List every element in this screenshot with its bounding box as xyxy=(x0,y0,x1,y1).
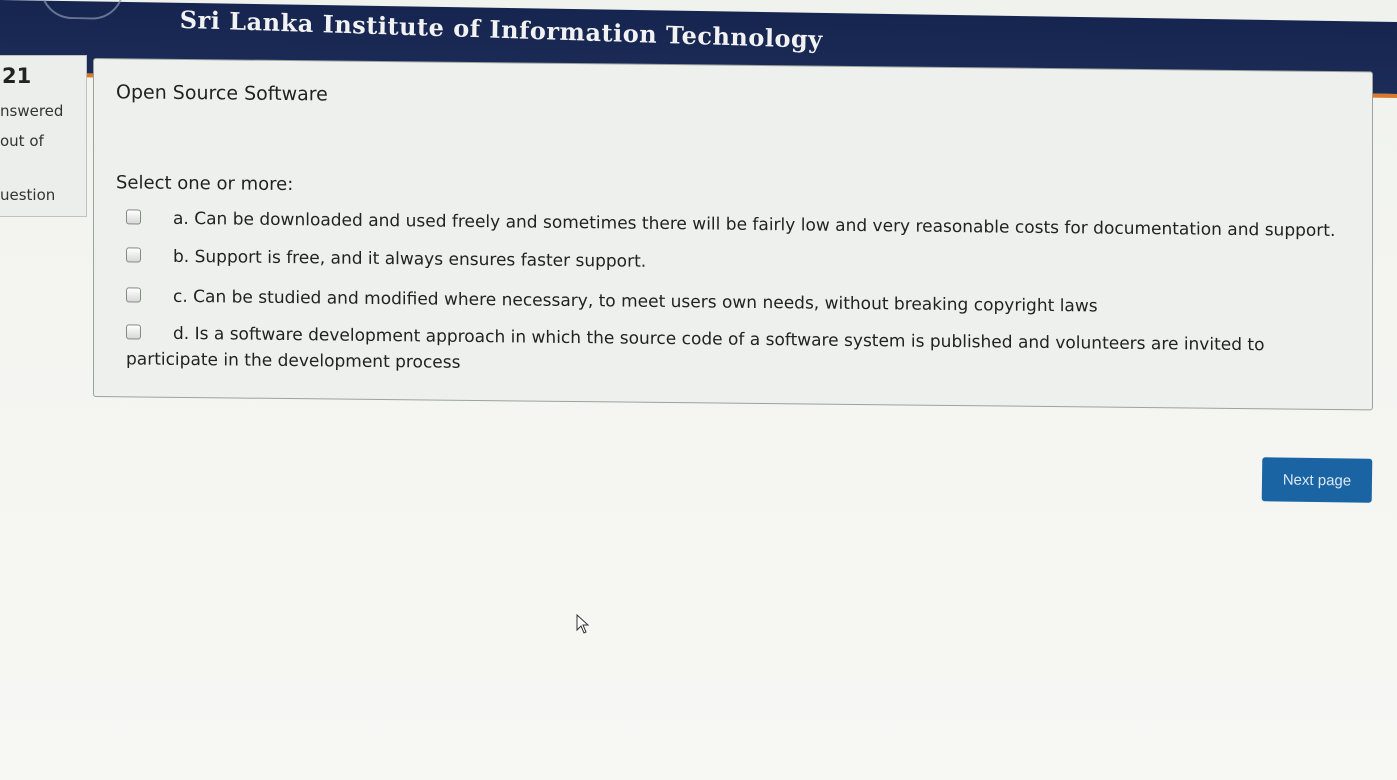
question-info-panel: 21 nswered out of uestion xyxy=(0,55,87,217)
answer-option-b[interactable]: b. Support is free, and it always ensure… xyxy=(126,243,1356,282)
next-page-button[interactable]: Next page xyxy=(1261,457,1373,503)
option-letter: a. xyxy=(173,208,189,230)
question-text: Open Source Software xyxy=(116,81,328,106)
question-content-box: Open Source Software Select one or more:… xyxy=(93,58,1373,411)
checkbox-c[interactable] xyxy=(126,286,141,303)
mouse-pointer-svg xyxy=(576,613,590,634)
select-prompt: Select one or more: xyxy=(116,172,294,196)
checkbox-b[interactable] xyxy=(126,246,141,263)
question-state: nswered xyxy=(0,102,64,120)
question-mark: out of xyxy=(0,132,44,150)
answer-option-c[interactable]: c. Can be studied and modified where nec… xyxy=(126,283,1356,322)
answer-option-d[interactable]: d. Is a software development approach in… xyxy=(126,320,1356,385)
option-letter: d. xyxy=(173,323,190,345)
quiz-page: Sri Lanka Institute of Information Techn… xyxy=(0,0,1397,780)
checkbox-a[interactable] xyxy=(126,208,141,225)
checkbox-d[interactable] xyxy=(126,323,141,340)
flag-question-link[interactable]: uestion xyxy=(0,186,55,204)
institute-title: Sri Lanka Institute of Information Techn… xyxy=(179,4,823,55)
option-text: Can be studied and modified where necess… xyxy=(193,287,1098,317)
question-number: 21 xyxy=(2,64,32,88)
answer-option-a[interactable]: a. Can be downloaded and used freely and… xyxy=(126,205,1356,244)
option-text: Support is free, and it always ensures f… xyxy=(194,247,647,272)
option-text: Can be downloaded and used freely and so… xyxy=(194,209,1336,242)
option-letter: b. xyxy=(173,246,190,268)
option-letter: c. xyxy=(173,286,188,307)
option-text: Is a software development approach in wh… xyxy=(126,324,1265,373)
institute-logo-icon xyxy=(40,0,124,20)
